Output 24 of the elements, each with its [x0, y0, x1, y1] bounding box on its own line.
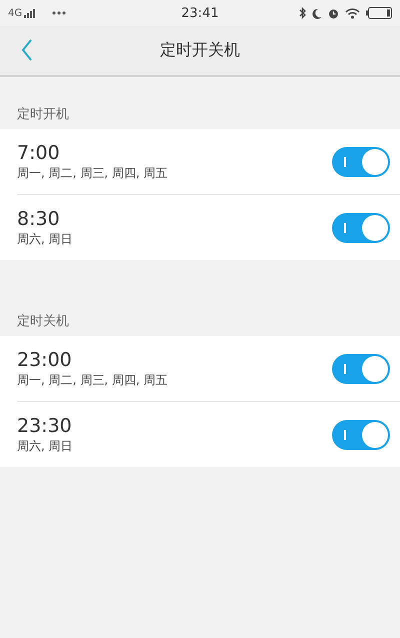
- schedule-days: 周六, 周日: [17, 438, 73, 454]
- back-icon[interactable]: [21, 39, 33, 61]
- network-label: 4G: [8, 8, 22, 18]
- toggle-switch[interactable]: [332, 146, 390, 176]
- schedule-days: 周六, 周日: [17, 230, 73, 248]
- toggle-switch[interactable]: [332, 420, 390, 450]
- section-header: 定时关机: [16, 313, 70, 331]
- toggle-switch[interactable]: [332, 212, 390, 242]
- schedule-time: 7:00: [17, 142, 61, 164]
- schedule-time: 23:00: [17, 348, 73, 372]
- more-icon: [52, 11, 66, 15]
- toggle-switch[interactable]: [332, 354, 390, 384]
- section-header: 定时开机: [16, 106, 70, 124]
- battery-icon: [366, 7, 392, 19]
- bluetooth-icon: [299, 7, 306, 19]
- alarm-icon: [328, 8, 339, 18]
- page-title: 定时开关机: [160, 40, 240, 61]
- schedule-days: 周一, 周二, 周三, 周四, 周五: [17, 372, 168, 388]
- schedule-days: 周一, 周二, 周三, 周四, 周五: [17, 164, 168, 182]
- wifi-icon: [345, 8, 360, 18]
- status-time: 23:41: [181, 6, 219, 20]
- schedule-time: 23:30: [17, 414, 73, 438]
- schedule-time: 8:30: [17, 208, 61, 230]
- moon-icon: [312, 8, 322, 18]
